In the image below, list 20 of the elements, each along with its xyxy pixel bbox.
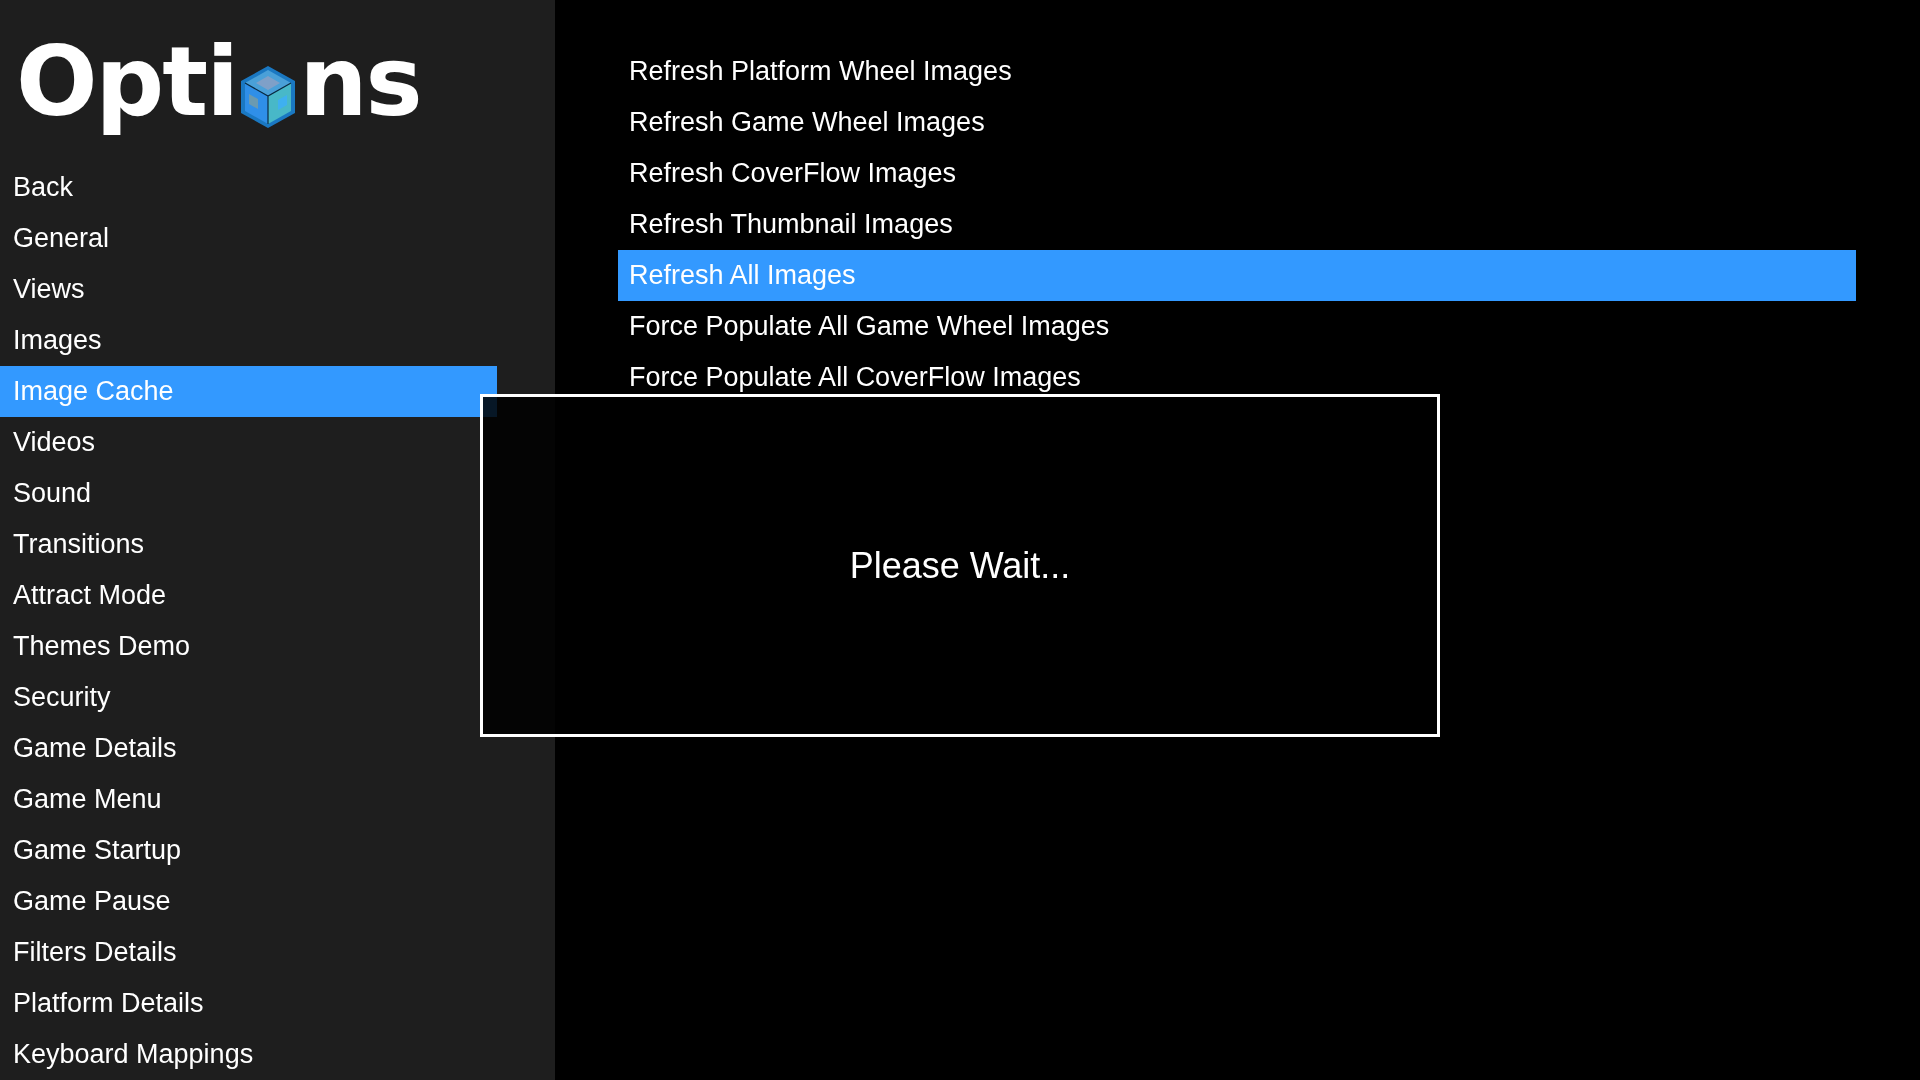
sidebar-item[interactable]: General — [0, 213, 497, 264]
sidebar-item[interactable]: Images — [0, 315, 497, 366]
option-item[interactable]: Refresh Game Wheel Images — [618, 97, 1856, 148]
sidebar-item[interactable]: Views — [0, 264, 497, 315]
cube-icon — [239, 64, 298, 130]
sidebar-item[interactable]: Game Menu — [0, 774, 497, 825]
sidebar-item[interactable]: Filters Details — [0, 927, 497, 978]
options-title: Opti — [16, 25, 238, 141]
sidebar-item[interactable]: Game Startup — [0, 825, 497, 876]
sidebar-item[interactable]: Back — [0, 162, 497, 213]
sidebar-item[interactable]: Game Pause — [0, 876, 497, 927]
option-item[interactable]: Refresh Thumbnail Images — [618, 199, 1856, 250]
sidebar-item[interactable]: Platform Details — [0, 978, 497, 1029]
sidebar-item[interactable]: Keyboard Mappings — [0, 1029, 497, 1080]
option-item[interactable]: Refresh Platform Wheel Images — [618, 46, 1856, 97]
sidebar-item[interactable]: Game Details — [0, 723, 497, 774]
option-item[interactable]: Refresh CoverFlow Images — [618, 148, 1856, 199]
options-title: ns — [299, 25, 421, 141]
dialog-message: Please Wait... — [849, 543, 1071, 588]
option-item[interactable]: Force Populate All Game Wheel Images — [618, 301, 1856, 352]
